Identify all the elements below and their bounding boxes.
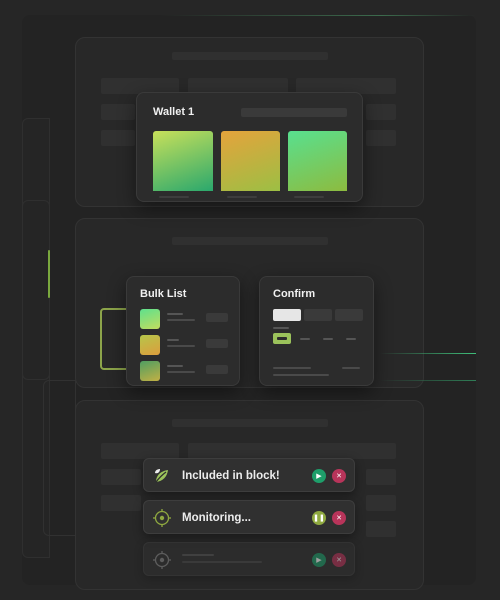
wallet-card[interactable]: Wallet 1 bbox=[136, 92, 363, 202]
cancel-button[interactable]: ✕ bbox=[332, 469, 346, 483]
target-icon bbox=[152, 508, 172, 528]
list-item-thumbnail[interactable] bbox=[140, 361, 160, 381]
placeholder-block bbox=[366, 495, 396, 511]
placeholder-bar bbox=[172, 237, 328, 245]
placeholder-block bbox=[366, 130, 396, 146]
placeholder-block bbox=[101, 469, 141, 485]
confirm-card[interactable]: Confirm bbox=[259, 276, 374, 386]
placeholder-block bbox=[101, 495, 141, 511]
option-line bbox=[323, 338, 333, 340]
nft-caption-placeholder bbox=[294, 196, 324, 198]
confirm-label-line bbox=[273, 327, 289, 329]
pause-button[interactable]: ❚❚ bbox=[312, 511, 326, 525]
list-item-thumbnail[interactable] bbox=[140, 309, 160, 329]
nft-caption-placeholder bbox=[159, 196, 189, 198]
placeholder-bar bbox=[172, 52, 328, 60]
selected-option-chip[interactable] bbox=[273, 333, 291, 344]
confirm-title: Confirm bbox=[273, 288, 316, 300]
bulk-list-card[interactable]: Bulk List bbox=[126, 276, 240, 386]
play-button[interactable]: ▶ bbox=[312, 553, 326, 567]
confirm-tab[interactable] bbox=[335, 309, 363, 321]
status-placeholder-line bbox=[182, 561, 262, 563]
lower-left-panel bbox=[43, 380, 76, 536]
list-item-field[interactable] bbox=[206, 313, 228, 322]
bulk-list-title: Bulk List bbox=[140, 288, 187, 300]
status-placeholder-line bbox=[182, 554, 214, 556]
status-row-pending[interactable]: ▶ ✕ bbox=[143, 542, 355, 576]
list-item-line bbox=[167, 365, 183, 367]
list-item-line bbox=[167, 371, 195, 373]
summary-line bbox=[273, 374, 329, 376]
summary-line bbox=[273, 367, 311, 369]
list-item-line bbox=[167, 319, 195, 321]
summary-line bbox=[342, 367, 360, 369]
placeholder-block bbox=[101, 443, 179, 459]
list-item-thumbnail[interactable] bbox=[140, 335, 160, 355]
placeholder-block bbox=[101, 104, 135, 120]
list-item-line bbox=[167, 345, 195, 347]
list-item-line bbox=[167, 339, 179, 341]
placeholder-block bbox=[366, 104, 396, 120]
status-label: Monitoring... bbox=[182, 512, 251, 524]
list-item-field[interactable] bbox=[206, 365, 228, 374]
target-icon bbox=[152, 550, 172, 570]
right-glow-line bbox=[380, 380, 476, 381]
option-line bbox=[300, 338, 310, 340]
placeholder-block bbox=[366, 521, 396, 537]
confirm-tab-active[interactable] bbox=[273, 309, 301, 321]
wallet-title: Wallet 1 bbox=[153, 106, 195, 118]
left-strip-middle bbox=[22, 200, 50, 380]
right-glow-line bbox=[380, 353, 476, 354]
status-row-included[interactable]: Included in block! ▶ ✕ bbox=[143, 458, 355, 492]
play-button[interactable]: ▶ bbox=[312, 469, 326, 483]
top-glow-line bbox=[160, 15, 476, 16]
nft-thumbnail[interactable] bbox=[153, 131, 213, 191]
placeholder-bar bbox=[172, 419, 328, 427]
leaf-icon bbox=[153, 467, 171, 485]
confirm-tab[interactable] bbox=[304, 309, 332, 321]
placeholder-block bbox=[101, 130, 135, 146]
wallet-address-placeholder bbox=[241, 108, 347, 117]
nft-thumbnail[interactable] bbox=[288, 131, 347, 191]
status-row-monitoring[interactable]: Monitoring... ❚❚ ✕ bbox=[143, 500, 355, 534]
list-item-field[interactable] bbox=[206, 339, 228, 348]
nft-thumbnail[interactable] bbox=[221, 131, 280, 191]
lime-accent-line bbox=[48, 250, 50, 298]
status-label: Included in block! bbox=[182, 470, 280, 482]
placeholder-block bbox=[366, 469, 396, 485]
nft-caption-placeholder bbox=[227, 196, 257, 198]
placeholder-block bbox=[188, 443, 396, 459]
cancel-button[interactable]: ✕ bbox=[332, 511, 346, 525]
cancel-button[interactable]: ✕ bbox=[332, 553, 346, 567]
list-item-line bbox=[167, 313, 183, 315]
option-line bbox=[346, 338, 356, 340]
